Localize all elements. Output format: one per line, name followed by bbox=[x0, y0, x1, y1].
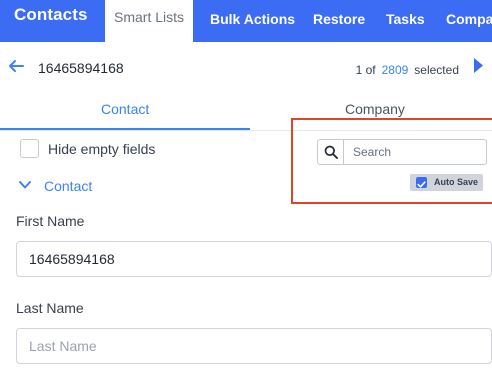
section-title-contact[interactable]: Contact bbox=[44, 178, 92, 194]
nav-tab-bulk-actions[interactable]: Bulk Actions bbox=[210, 11, 295, 27]
last-name-label: Last Name bbox=[16, 300, 84, 316]
checkmark-icon bbox=[417, 181, 426, 188]
autosave-label: Auto Save bbox=[434, 177, 479, 187]
search-field bbox=[317, 139, 487, 165]
hide-empty-label: Hide empty fields bbox=[48, 141, 156, 157]
pager-count[interactable]: 2809 bbox=[382, 63, 409, 77]
record-pager: 1 of 2809 selected bbox=[356, 63, 459, 77]
last-name-field[interactable] bbox=[16, 328, 492, 364]
autosave-checkbox[interactable] bbox=[416, 177, 427, 188]
next-record-icon[interactable] bbox=[473, 58, 483, 73]
search-icon bbox=[324, 145, 338, 159]
app-title[interactable]: Contacts bbox=[14, 5, 88, 25]
record-id: 16465894168 bbox=[38, 60, 124, 76]
nav-tab-smart-lists[interactable]: Smart Lists bbox=[105, 0, 194, 42]
first-name-field[interactable] bbox=[16, 241, 492, 277]
autosave-toggle[interactable]: Auto Save bbox=[410, 174, 483, 191]
first-name-label: First Name bbox=[16, 213, 85, 229]
back-arrow-icon[interactable] bbox=[7, 57, 25, 75]
pager-prefix: 1 of bbox=[355, 63, 376, 77]
nav-tab-restore[interactable]: Restore bbox=[313, 11, 365, 27]
search-button[interactable] bbox=[318, 140, 344, 164]
chevron-down-icon[interactable] bbox=[19, 180, 31, 190]
tab-company[interactable]: Company bbox=[345, 101, 405, 117]
tab-contact[interactable]: Contact bbox=[101, 101, 149, 117]
pager-suffix: selected bbox=[414, 63, 459, 77]
nav-tab-tasks[interactable]: Tasks bbox=[386, 11, 425, 27]
search-input[interactable] bbox=[345, 140, 486, 164]
nav-tab-company[interactable]: Compa bbox=[446, 11, 492, 27]
hide-empty-checkbox[interactable] bbox=[20, 139, 39, 158]
top-navigation-bar: Contacts Smart Lists Bulk Actions Restor… bbox=[0, 0, 492, 42]
